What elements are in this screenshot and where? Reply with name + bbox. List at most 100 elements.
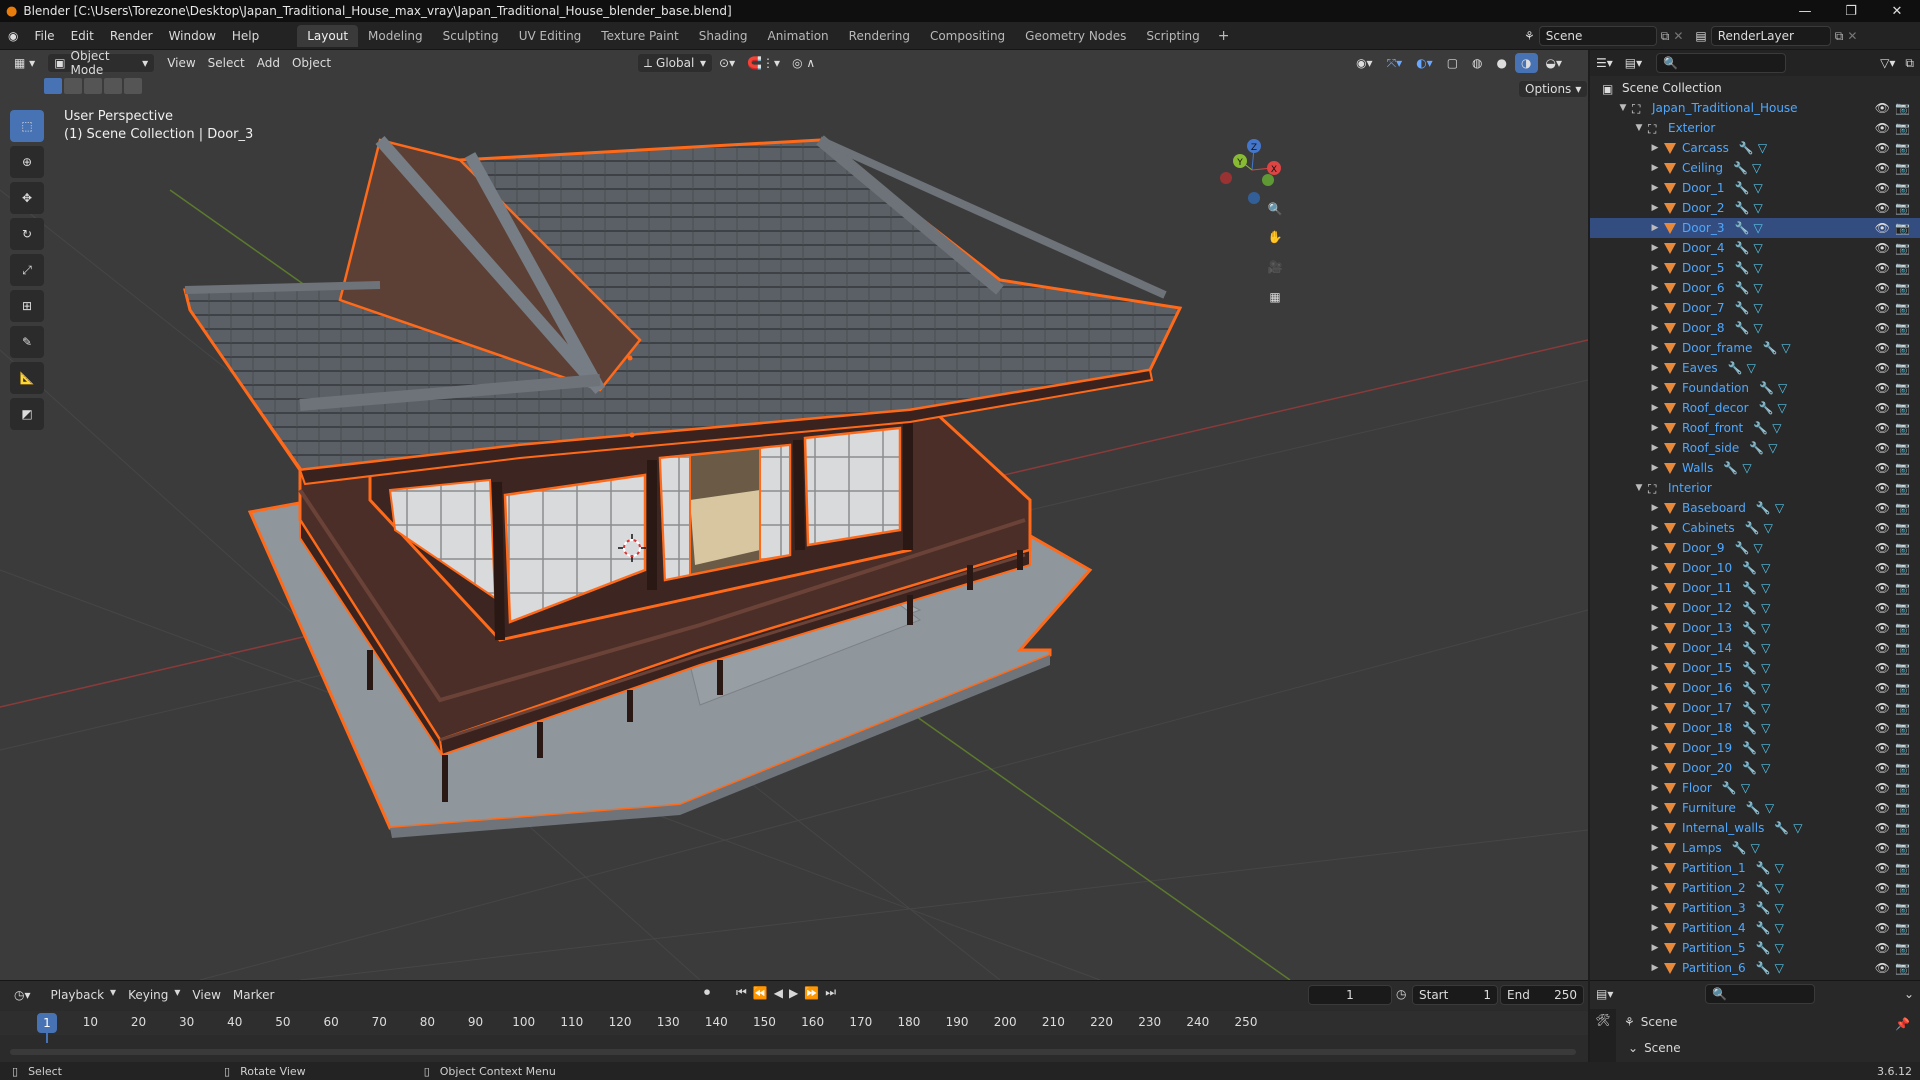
cursor-tool-icon[interactable]: ⊕ — [10, 146, 44, 178]
overlays-icon[interactable]: ◐▾ — [1410, 53, 1439, 73]
menu-file[interactable]: File — [26, 29, 62, 43]
mesh-data-icon[interactable]: ▽ — [1761, 561, 1770, 575]
current-frame-field[interactable]: 1 — [1308, 985, 1392, 1005]
pan-hand-icon[interactable]: ✋ — [1262, 224, 1288, 250]
wrench-icon[interactable]: 🔧 — [1742, 681, 1757, 695]
tool-properties-icon[interactable]: 🛠 — [1590, 1013, 1616, 1027]
frame-ruler[interactable]: 1 10 20 30 40 50 60 70 80 90 100 110 120 130 140 150 160… — [0, 1011, 1588, 1043]
mesh-data-icon[interactable]: ▽ — [1761, 761, 1770, 775]
new-scene-icon[interactable]: ⧉ — [1661, 29, 1670, 44]
material-shading-icon[interactable]: ◑ — [1515, 53, 1538, 73]
wrench-icon[interactable]: 🔧 — [1735, 541, 1750, 555]
collapse-arrow-icon[interactable]: ▶ — [1648, 363, 1662, 373]
collapse-arrow-icon[interactable]: ▶ — [1648, 783, 1662, 793]
mesh-data-icon[interactable]: ▽ — [1753, 201, 1762, 215]
wrench-icon[interactable]: 🔧 — [1756, 961, 1771, 975]
select-invert-icon[interactable] — [104, 78, 122, 94]
mesh-data-icon[interactable]: ▽ — [1775, 881, 1784, 895]
collection-row[interactable]: ▼ ⛶ Japan_Traditional_House 👁 📷 — [1590, 98, 1920, 118]
camera-icon[interactable]: 📷 — [1895, 681, 1910, 695]
mesh-data-icon[interactable]: ▽ — [1752, 161, 1761, 175]
move-tool-icon[interactable]: ✥ — [10, 182, 44, 214]
eye-icon[interactable]: 👁 — [1875, 641, 1890, 655]
tab-geometry-nodes[interactable]: Geometry Nodes — [1015, 25, 1136, 47]
maximize-button[interactable]: ❐ — [1828, 0, 1874, 22]
outliner-object-row[interactable]: ▶ Lamps 🔧 ▽ 👁 📷 — [1590, 838, 1920, 858]
wrench-icon[interactable]: 🔧 — [1742, 601, 1757, 615]
mesh-data-icon[interactable]: ▽ — [1778, 401, 1787, 415]
outliner-object-row[interactable]: ▶ Door_9 🔧 ▽ 👁 📷 — [1590, 538, 1920, 558]
collapse-arrow-icon[interactable]: ▶ — [1648, 463, 1662, 473]
eye-icon[interactable]: 👁 — [1875, 541, 1890, 555]
outliner-object-row[interactable]: ▶ Internal_walls 🔧 ▽ 👁 📷 — [1590, 818, 1920, 838]
tab-scripting[interactable]: Scripting — [1136, 25, 1209, 47]
mesh-data-icon[interactable]: ▽ — [1753, 241, 1762, 255]
camera-icon[interactable]: 📷 — [1895, 441, 1910, 455]
outliner-object-row[interactable]: ▶ Floor 🔧 ▽ 👁 📷 — [1590, 778, 1920, 798]
outliner-object-row[interactable]: ▶ Partition_1 🔧 ▽ 👁 📷 — [1590, 858, 1920, 878]
eye-icon[interactable]: 👁 — [1875, 421, 1890, 435]
collapse-arrow-icon[interactable]: ▶ — [1648, 763, 1662, 773]
camera-icon[interactable]: 📷 — [1895, 821, 1910, 835]
wrench-icon[interactable]: 🔧 — [1722, 781, 1737, 795]
zoom-icon[interactable]: 🔍 — [1262, 196, 1288, 222]
wrench-icon[interactable]: 🔧 — [1756, 941, 1771, 955]
collapse-arrow-icon[interactable]: ▶ — [1648, 163, 1662, 173]
outliner-search-input[interactable]: 🔍 — [1656, 53, 1787, 73]
eye-icon[interactable]: 👁 — [1875, 581, 1890, 595]
menu-window[interactable]: Window — [161, 29, 224, 43]
display-mode-icon[interactable]: ▤▾ — [1625, 56, 1642, 70]
eye-icon[interactable]: 👁 — [1875, 261, 1890, 275]
mesh-data-icon[interactable]: ▽ — [1772, 421, 1781, 435]
renderlayer-icon[interactable]: ▤ — [1695, 29, 1706, 43]
mesh-data-icon[interactable]: ▽ — [1775, 501, 1784, 515]
outliner-object-row[interactable]: ▶ Door_2 🔧 ▽ 👁 📷 — [1590, 198, 1920, 218]
camera-icon[interactable]: 📷 — [1895, 261, 1910, 275]
orientation-dropdown[interactable]: ⟂ Global ▾ — [637, 53, 714, 73]
collection-row[interactable]: ▼ ⛶ Exterior 👁 📷 — [1590, 118, 1920, 138]
eye-icon[interactable]: 👁 — [1875, 821, 1890, 835]
outliner-object-row[interactable]: ▶ Furniture 🔧 ▽ 👁 📷 — [1590, 798, 1920, 818]
outliner-object-row[interactable]: ▶ Eaves 🔧 ▽ 👁 📷 — [1590, 358, 1920, 378]
collapse-arrow-icon[interactable]: ▶ — [1648, 543, 1662, 553]
mesh-data-icon[interactable]: ▽ — [1761, 661, 1770, 675]
timeline-scrollbar[interactable] — [10, 1049, 1576, 1055]
add-cube-tool-icon[interactable]: ◩ — [10, 398, 44, 430]
eye-icon[interactable]: 👁 — [1875, 941, 1890, 955]
camera-icon[interactable]: 📷 — [1895, 301, 1910, 315]
collapse-arrow-icon[interactable]: ▶ — [1648, 803, 1662, 813]
camera-icon[interactable]: 📷 — [1895, 781, 1910, 795]
eye-icon[interactable]: 👁 — [1875, 701, 1890, 715]
collapse-arrow-icon[interactable]: ▶ — [1648, 183, 1662, 193]
pivot-icon[interactable]: ⊙▾ — [713, 53, 741, 73]
camera-icon[interactable]: 📷 — [1895, 461, 1910, 475]
mesh-data-icon[interactable]: ▽ — [1753, 181, 1762, 195]
collapse-arrow-icon[interactable]: ▶ — [1648, 603, 1662, 613]
eye-icon[interactable]: 👁 — [1875, 141, 1890, 155]
renderlayer-field[interactable]: RenderLayer — [1710, 26, 1831, 46]
scene-section-header[interactable]: ⌄ Scene — [1628, 1041, 1681, 1055]
collapse-arrow-icon[interactable]: ▶ — [1648, 283, 1662, 293]
tab-shading[interactable]: Shading — [689, 25, 758, 47]
camera-view-icon[interactable]: 🎥 — [1262, 254, 1288, 280]
outliner-object-row[interactable]: ▶ Door_frame 🔧 ▽ 👁 📷 — [1590, 338, 1920, 358]
wrench-icon[interactable]: 🔧 — [1762, 341, 1777, 355]
measure-tool-icon[interactable]: 📐 — [10, 362, 44, 394]
filter-icon[interactable]: ▽▾ — [1880, 56, 1895, 70]
wireframe-shading-icon[interactable]: ◍ — [1466, 53, 1488, 73]
collapse-arrow-icon[interactable]: ▶ — [1648, 343, 1662, 353]
mesh-data-icon[interactable]: ▽ — [1753, 301, 1762, 315]
camera-icon[interactable]: 📷 — [1895, 881, 1910, 895]
properties-editor-icon[interactable]: ▤▾ — [1596, 987, 1613, 1001]
outliner-object-row[interactable]: ▶ Door_20 🔧 ▽ 👁 📷 — [1590, 758, 1920, 778]
select-box-tool-icon[interactable]: ⬚ — [10, 110, 44, 142]
playhead-frame-indicator[interactable]: 1 — [37, 1013, 57, 1033]
wrench-icon[interactable]: 🔧 — [1728, 361, 1743, 375]
outliner-object-row[interactable]: ▶ Door_12 🔧 ▽ 👁 📷 — [1590, 598, 1920, 618]
scene-icon[interactable]: ⚘ — [1524, 29, 1535, 43]
eye-icon[interactable]: 👁 — [1875, 881, 1890, 895]
outliner-object-row[interactable]: ▶ Door_8 🔧 ▽ 👁 📷 — [1590, 318, 1920, 338]
wrench-icon[interactable]: 🔧 — [1749, 441, 1764, 455]
collapse-arrow-icon[interactable]: ▶ — [1648, 403, 1662, 413]
wrench-icon[interactable]: 🔧 — [1735, 301, 1750, 315]
